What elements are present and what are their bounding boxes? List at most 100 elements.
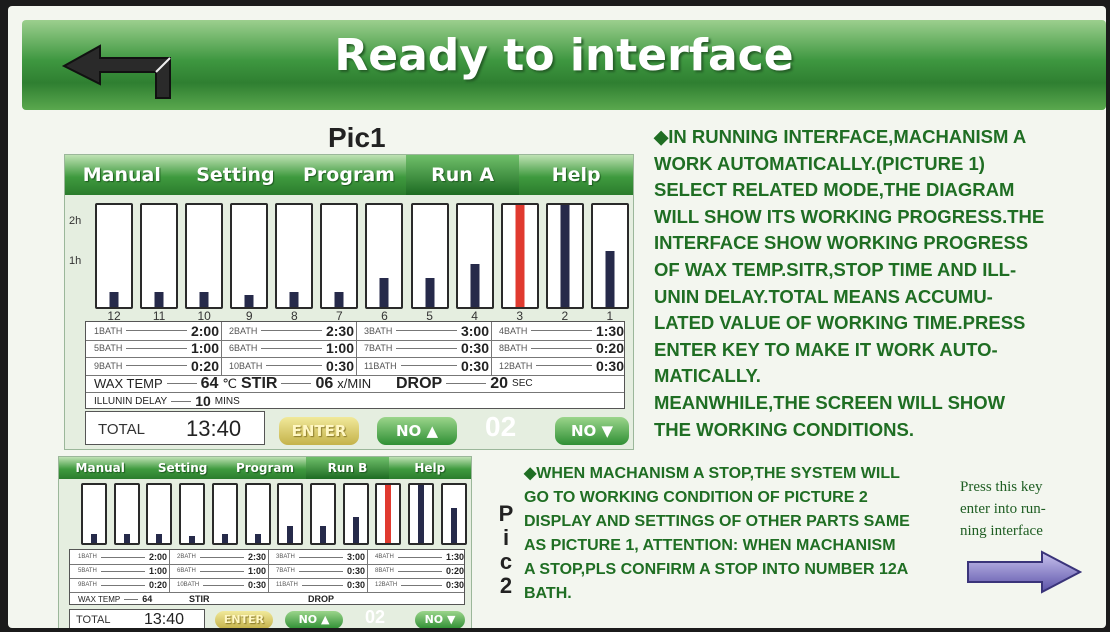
drop-field[interactable]: DROP 20 SEC — [396, 375, 533, 393]
bath-time-cell[interactable]: 8BATH 0:20 — [375, 564, 464, 578]
tab-run-b[interactable]: Run B — [306, 457, 389, 479]
bath-dash — [126, 365, 187, 367]
table-divider — [86, 339, 624, 341]
bath-time-cell[interactable]: 2BATH 2:30 — [177, 550, 266, 564]
bath-value: 0:30 — [460, 340, 489, 357]
stir-field[interactable]: STIR 06 x/MIN — [241, 375, 371, 393]
tab-help[interactable]: Help — [519, 155, 633, 195]
bath-bar — [95, 203, 133, 309]
bath-value: 0:30 — [460, 357, 489, 374]
wax-temp-field[interactable]: WAX TEMP 64 ℃ — [94, 375, 237, 393]
bath-dash — [397, 556, 442, 558]
tab-help[interactable]: Help — [389, 457, 471, 479]
bath-bar-fill — [156, 534, 163, 543]
drop-unit: SEC — [512, 378, 533, 390]
bath-value: 1:00 — [325, 340, 354, 357]
instruction-line: WILL SHOW ITS WORKING PROGRESS.THE — [654, 205, 1045, 227]
drop-field[interactable]: DROP — [308, 592, 334, 606]
bath-bar — [410, 203, 449, 309]
right-arrow-icon[interactable] — [966, 550, 1082, 594]
total-label: TOTAL — [76, 614, 111, 626]
enter-button[interactable]: ENTER — [279, 417, 359, 445]
bath-dash — [396, 347, 457, 349]
bath-time-cell[interactable]: 7BATH 0:30 — [364, 340, 489, 358]
bath-bar — [375, 483, 402, 545]
bath-time-cell[interactable]: 12BATH 0:30 — [499, 357, 624, 375]
bath-value: 1:00 — [247, 566, 266, 576]
bath-time-cell[interactable]: 3BATH 3:00 — [364, 322, 489, 340]
bath-time-cell[interactable]: 6BATH 1:00 — [177, 564, 266, 578]
bath-bar — [81, 483, 107, 545]
no-down-button[interactable]: NO ▼ — [415, 611, 465, 628]
table-divider — [367, 550, 368, 592]
instruction-line: AS PICTURE 1, ATTENTION: WHEN MACHANISM — [524, 537, 896, 554]
pic2-total-box: TOTAL 13:40 — [69, 609, 205, 628]
bath-bar — [277, 483, 304, 545]
y-tick-1h: 1h — [69, 255, 82, 267]
tab-manual[interactable]: Manual — [59, 457, 141, 479]
pic2-caption-letter: c — [499, 549, 513, 574]
total-label: TOTAL — [98, 421, 145, 438]
field-dash — [446, 383, 487, 385]
bath-value: 2:30 — [325, 322, 354, 339]
illunin-delay-field[interactable]: ILLUNIN DELAY 10 MINS — [94, 392, 240, 410]
tab-setting[interactable]: Setting — [179, 155, 293, 195]
bath-label: 5BATH — [78, 568, 97, 574]
stir-field[interactable]: STIR — [189, 592, 210, 606]
bath-bar-fill — [154, 291, 164, 307]
bath-time-cell[interactable]: 1BATH 2:00 — [94, 322, 219, 340]
bath-bar — [310, 483, 337, 545]
tab-manual[interactable]: Manual — [65, 155, 179, 195]
table-divider — [356, 322, 357, 375]
bath-time-cell[interactable]: 2BATH 2:30 — [229, 322, 354, 340]
bath-value: 0:20 — [190, 357, 219, 374]
bath-time-cell[interactable]: 11BATH 0:30 — [364, 357, 489, 375]
bath-label: 7BATH — [276, 568, 295, 574]
bath-bar-fill — [560, 205, 570, 307]
no-up-button[interactable]: NO ▲ — [285, 611, 343, 628]
tab-program[interactable]: Program — [224, 457, 306, 479]
bath-time-cell[interactable]: 12BATH 0:30 — [375, 578, 464, 592]
bath-bar — [244, 483, 271, 545]
no-up-button[interactable]: NO ▲ — [377, 417, 457, 445]
table-divider — [491, 322, 492, 375]
bath-value: 1:30 — [445, 552, 464, 562]
bath-label: 12BATH — [375, 582, 398, 588]
bath-time-cell[interactable]: 5BATH 1:00 — [94, 340, 219, 358]
bath-label: 4BATH — [375, 554, 394, 560]
tab-run-a[interactable]: Run A — [405, 155, 520, 195]
wax-temp-field[interactable]: WAX TEMP 64 — [78, 592, 152, 606]
bath-time-cell[interactable]: 10BATH 0:30 — [229, 357, 354, 375]
bath-time-cell[interactable]: 4BATH 1:30 — [375, 550, 464, 564]
bath-bar-fill — [123, 534, 130, 543]
no-down-button[interactable]: NO ▼ — [555, 417, 629, 445]
instruction-line: GO TO WORKING CONDITION OF PICTURE 2 — [524, 489, 868, 506]
bath-dash — [261, 347, 322, 349]
enter-button[interactable]: ENTER — [215, 611, 273, 628]
pic2-bath-table: 1BATH 2:00 2BATH 2:30 3BATH 3:00 4BATH 1:30 5BAT… — [69, 549, 465, 605]
tab-setting[interactable]: Setting — [141, 457, 223, 479]
bath-dash — [396, 330, 457, 332]
bath-label: 2BATH — [177, 554, 196, 560]
bath-dash — [126, 330, 187, 332]
bath-time-cell[interactable]: 5BATH 1:00 — [78, 564, 167, 578]
wax-temp-unit: ℃ — [222, 375, 238, 391]
pic1-tab-bar: Manual Setting Program Run A Help — [65, 155, 633, 195]
bath-label: 10BATH — [229, 360, 263, 371]
bath-time-cell[interactable]: 11BATH 0:30 — [276, 578, 365, 592]
bath-time-cell[interactable]: 3BATH 3:00 — [276, 550, 365, 564]
bath-time-cell[interactable]: 9BATH 0:20 — [94, 357, 219, 375]
tab-program[interactable]: Program — [292, 155, 406, 195]
instruction-line: SELECT RELATED MODE,THE DIAGRAM — [654, 179, 1015, 201]
bath-time-cell[interactable]: 9BATH 0:20 — [78, 578, 167, 592]
bath-time-cell[interactable]: 10BATH 0:30 — [177, 578, 266, 592]
bath-time-cell[interactable]: 8BATH 0:20 — [499, 340, 624, 358]
bath-time-cell[interactable]: 7BATH 0:30 — [276, 564, 365, 578]
pic1-bar-chart — [95, 203, 629, 309]
bath-time-cell[interactable]: 4BATH 1:30 — [499, 322, 624, 340]
bath-time-cell[interactable]: 1BATH 2:00 — [78, 550, 167, 564]
bath-bar-fill — [287, 525, 294, 543]
bath-label: 3BATH — [364, 325, 393, 336]
bath-time-cell[interactable]: 6BATH 1:00 — [229, 340, 354, 358]
bath-bar — [342, 483, 369, 545]
